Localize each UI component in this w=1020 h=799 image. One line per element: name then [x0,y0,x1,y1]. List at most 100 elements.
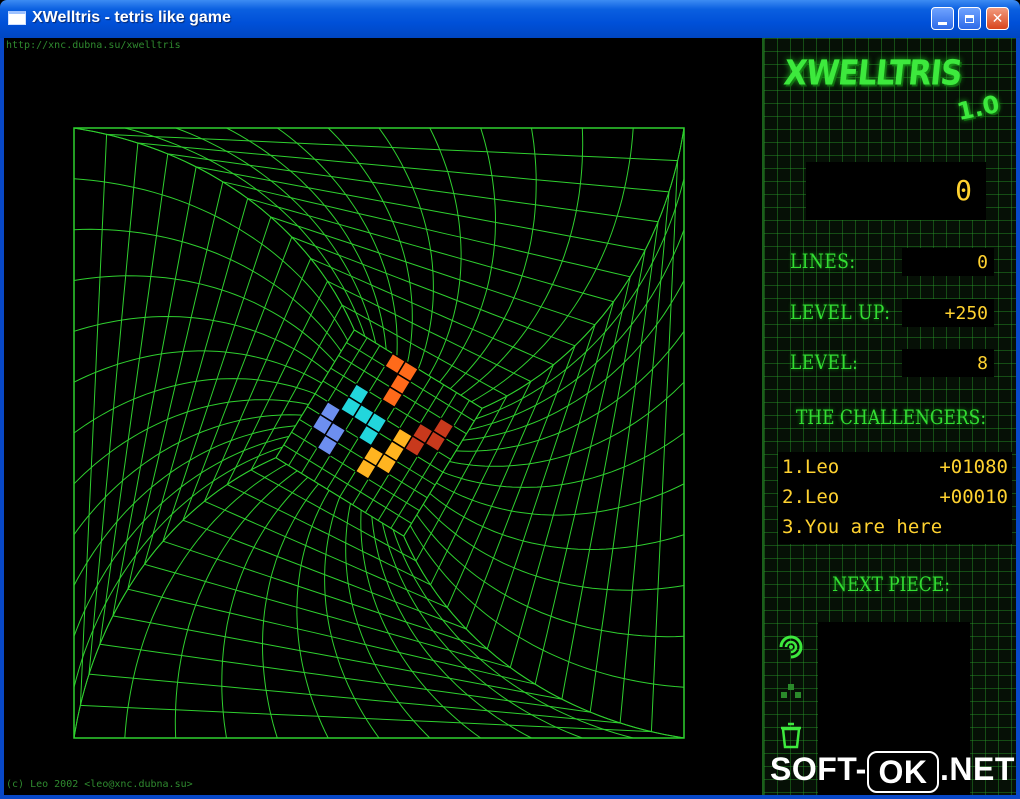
level-value: 8 [977,353,988,374]
app-window-icon [8,11,26,25]
game-logo: XWELLTRIS [781,53,964,94]
well-ring-line [79,134,108,706]
well-ring-line [341,304,508,397]
well-radial-line [436,482,685,516]
well-ring-line [99,643,591,713]
well-radial-line [455,331,685,452]
well-floor-line [390,400,470,529]
trash-icon[interactable] [776,720,806,750]
score-display: 0 [806,162,986,220]
well-ring-line [589,221,659,713]
well-radial-line [471,127,634,403]
well-radial-line [277,127,398,357]
well-ring-line [509,301,614,668]
copyright-text: (c) Leo 2002 <leo@xnc.dubna.su> [6,779,193,790]
well-radial-line [73,435,290,637]
close-icon: ✕ [991,10,1004,27]
well-radial-line [481,127,685,409]
well-radial-line [468,229,685,431]
highscore-row: 3.You are here [782,514,1008,542]
level-label: LEVEL: [790,351,859,375]
rotate-icon[interactable] [776,632,806,662]
lines-label: LINES: [790,250,856,274]
well-radial-line [73,457,277,739]
game-client-area[interactable]: http://xnc.dubna.su/xwelltris (c) Leo 20… [4,38,1016,795]
minimize-button[interactable] [931,7,954,30]
well-ring-line [327,280,532,382]
pieces-icon[interactable] [776,676,806,706]
highscore-name: 3.You are here [782,516,943,538]
well-floor-line [275,329,355,458]
well-ring-line [106,133,678,162]
well-ring-line [250,469,417,562]
highscore-row: 2.Leo +00010 [782,484,1008,512]
highscore-score: +00010 [939,486,1008,508]
logo-version: 1.0 [954,89,1002,127]
lines-value: 0 [977,252,988,273]
well-radial-line [481,127,685,409]
well-ring-line [226,484,431,586]
well-ring-line [247,198,614,303]
well-ring-line [270,216,596,326]
well-radial-line [428,127,462,376]
maximize-button[interactable] [958,7,981,30]
well-ring-line [430,381,532,586]
highscore-name: 1.Leo [782,456,840,478]
well-radial-line [73,399,309,485]
level-box: 8 [902,349,994,377]
window-title: XWelltris - tetris like game [32,9,231,26]
well-radial-line [73,414,303,535]
watermark: SOFT- OK .NET [770,751,1016,797]
challengers-title: THE CHALLENGERS: [795,406,987,430]
well-ring-line [88,673,621,724]
well-ring-line [415,395,508,562]
well-radial-line [175,127,377,344]
well-radial-line [381,522,583,739]
level-up-label: LEVEL UP: [790,301,891,325]
well-radial-line [327,127,413,363]
title-bar[interactable]: XWelltris - tetris like game ✕ [0,0,1020,38]
score-value: 0 [955,174,972,207]
well-radial-line [73,127,355,331]
watermark-box: OK [867,751,939,793]
well-ring-line [99,153,169,645]
next-piece-title: NEXT PIECE: [832,573,950,597]
well-ring-line [226,280,328,485]
well-radial-line [73,127,355,331]
watermark-right: .NET [940,751,1015,787]
highscore-name: 2.Leo [782,486,840,508]
well-ring-line [80,704,652,733]
well-radial-line [124,463,287,739]
well-ring-line [144,563,511,668]
well-ring-line [162,216,272,542]
maximize-icon [965,14,974,23]
minimize-icon [938,21,947,25]
highscore-row: 1.Leo +01080 [782,454,1008,482]
game-well[interactable] [4,38,762,795]
well-ring-line [144,198,249,565]
well-ring-line [650,160,679,732]
well-ring-line [167,153,659,223]
well-radial-line [403,535,685,739]
well-radial-line [345,503,431,739]
level-up-value: +250 [944,303,988,324]
well-ring-line [88,142,139,675]
well-radial-line [73,457,277,739]
well-radial-line [403,535,685,739]
close-button[interactable]: ✕ [986,7,1009,30]
well-ring-line [137,142,670,193]
highscore-score: +01080 [939,456,1008,478]
well-ring-line [619,191,670,724]
well-radial-line [73,350,322,384]
lines-box: 0 [902,248,994,276]
well-radial-line [296,490,330,739]
well-ring-line [162,540,488,650]
well-radial-line [360,509,481,739]
watermark-left: SOFT- [770,751,867,787]
highscore-list: 1.Leo +01080 2.Leo +00010 3.You are here [778,452,1012,544]
well-radial-line [409,525,685,688]
side-panel: XWELLTRIS 1.0 0 LINES: 0 LEVEL UP: +250 … [762,38,1016,795]
well-radial-line [449,381,685,467]
well-ring-line [486,324,596,650]
level-up-box: +250 [902,299,994,327]
